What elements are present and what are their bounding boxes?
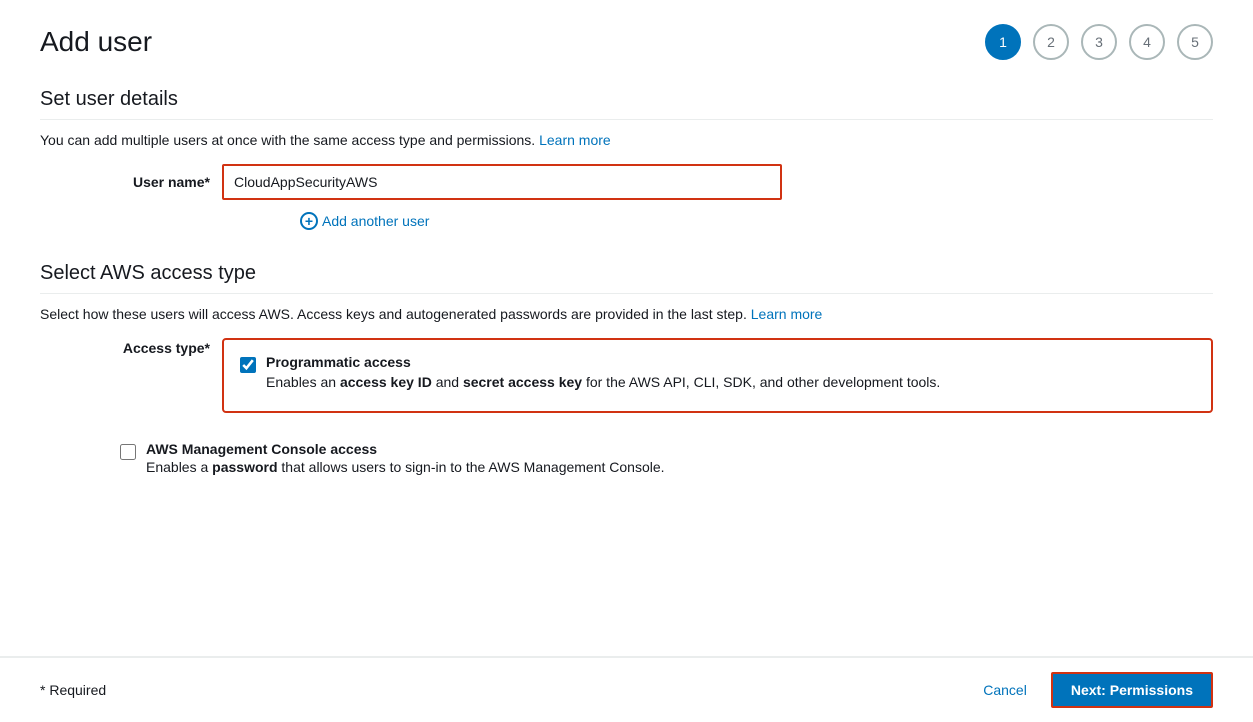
select-access-type-section: Select AWS access type Select how these … bbox=[40, 262, 1213, 475]
console-access-checkbox[interactable] bbox=[120, 444, 136, 460]
plus-icon: + bbox=[300, 212, 318, 230]
required-note: * Required bbox=[40, 682, 106, 698]
user-name-label: User name* bbox=[120, 174, 210, 190]
step-indicators: 1 2 3 4 5 bbox=[985, 24, 1213, 60]
set-user-details-learn-more[interactable]: Learn more bbox=[539, 132, 611, 148]
add-another-user-button[interactable]: + Add another user bbox=[300, 212, 429, 230]
console-access-option: AWS Management Console access Enables a … bbox=[40, 441, 1213, 475]
select-access-type-description: Select how these users will access AWS. … bbox=[40, 306, 1213, 322]
programmatic-access-checkbox[interactable] bbox=[240, 357, 256, 373]
programmatic-access-option: Programmatic access Enables an access ke… bbox=[240, 354, 1195, 393]
section-divider-2 bbox=[40, 293, 1213, 294]
user-name-input[interactable] bbox=[226, 168, 778, 196]
section-divider-1 bbox=[40, 119, 1213, 120]
user-name-row: User name* bbox=[40, 164, 1213, 200]
step-4: 4 bbox=[1129, 24, 1165, 60]
set-user-details-title: Set user details bbox=[40, 88, 1213, 111]
programmatic-access-text: Programmatic access Enables an access ke… bbox=[266, 354, 940, 393]
page-header: Add user 1 2 3 4 5 bbox=[40, 24, 1213, 60]
console-access-text: AWS Management Console access Enables a … bbox=[146, 441, 665, 475]
step-5: 5 bbox=[1177, 24, 1213, 60]
footer: * Required Cancel Next: Permissions bbox=[0, 656, 1253, 722]
console-access-title: AWS Management Console access bbox=[146, 441, 665, 457]
programmatic-access-desc: Enables an access key ID and secret acce… bbox=[266, 372, 940, 393]
add-another-row: + Add another user bbox=[40, 212, 1213, 230]
access-type-row: Access type* Programmatic access Enables… bbox=[40, 338, 1213, 429]
access-type-options: Programmatic access Enables an access ke… bbox=[222, 338, 1213, 429]
select-access-type-learn-more[interactable]: Learn more bbox=[751, 306, 823, 322]
step-3: 3 bbox=[1081, 24, 1117, 60]
cancel-button[interactable]: Cancel bbox=[971, 676, 1039, 704]
select-access-type-title: Select AWS access type bbox=[40, 262, 1213, 285]
user-name-input-wrapper bbox=[222, 164, 782, 200]
set-user-details-description: You can add multiple users at once with … bbox=[40, 132, 1213, 148]
console-access-desc: Enables a password that allows users to … bbox=[146, 459, 665, 475]
programmatic-access-box: Programmatic access Enables an access ke… bbox=[222, 338, 1213, 413]
step-1: 1 bbox=[985, 24, 1021, 60]
next-permissions-button[interactable]: Next: Permissions bbox=[1051, 672, 1213, 708]
page-title: Add user bbox=[40, 26, 152, 58]
footer-actions: Cancel Next: Permissions bbox=[971, 672, 1213, 708]
set-user-details-section: Set user details You can add multiple us… bbox=[40, 88, 1213, 230]
programmatic-access-title: Programmatic access bbox=[266, 354, 940, 370]
step-2: 2 bbox=[1033, 24, 1069, 60]
access-type-label: Access type* bbox=[120, 338, 210, 356]
